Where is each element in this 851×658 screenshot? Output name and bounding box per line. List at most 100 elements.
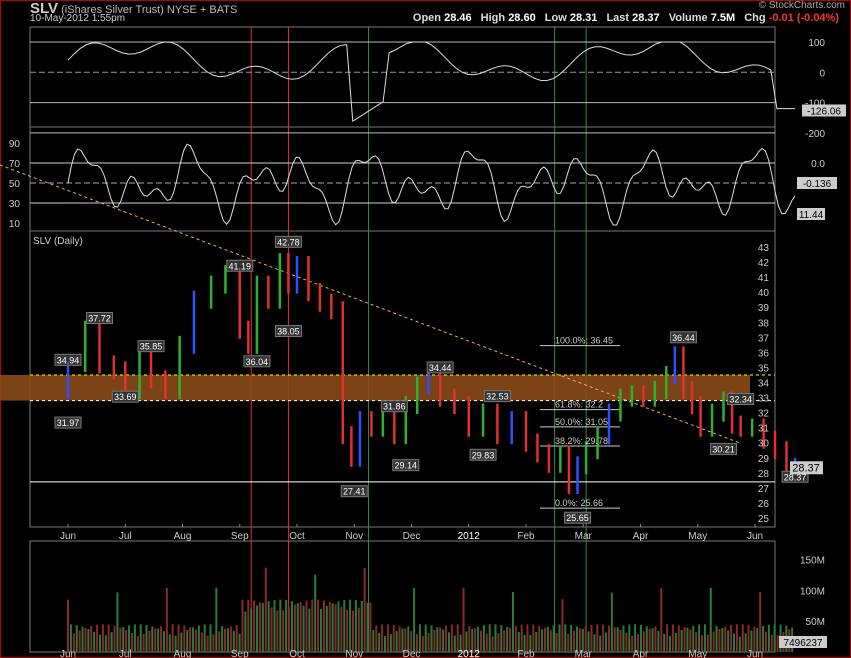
price-tick-label: 28 xyxy=(758,469,770,480)
x-tick-label: Jun xyxy=(747,531,763,542)
price-tick-label: 31 xyxy=(758,424,770,435)
price-label: 30.21 xyxy=(712,445,735,455)
stoch-last-value: 11.44 xyxy=(799,210,824,221)
x-tick-label: Jul xyxy=(119,531,132,542)
x-tick-label: Apr xyxy=(633,531,649,542)
fib-label: 38.2%: 29.78 xyxy=(555,436,608,446)
price-tick-label: 35 xyxy=(758,363,770,374)
price-label: 34.44 xyxy=(429,363,452,373)
brand-label: © StockCharts.com xyxy=(758,0,845,11)
price-label: 32.53 xyxy=(486,392,509,402)
x-tick-label-volume: Jul xyxy=(119,649,132,658)
price-label: 33.69 xyxy=(114,392,137,402)
price-tick-label: 29 xyxy=(758,454,770,465)
x-tick-label: May xyxy=(688,531,707,542)
price-tick-label: 43 xyxy=(758,243,770,254)
x-tick-label: Aug xyxy=(174,531,192,542)
price-label: 29.83 xyxy=(472,450,495,460)
x-tick-label: Sep xyxy=(231,531,249,542)
x-tick-label: Mar xyxy=(575,531,593,542)
x-tick-label-volume: Dec xyxy=(403,649,421,658)
price-label: 25.65 xyxy=(566,513,589,523)
cci-last-value: -126.06 xyxy=(807,106,841,117)
fib-label: 0.0%: 25.66 xyxy=(555,498,603,508)
fib-label: 50.0%: 31.05 xyxy=(555,417,608,427)
stoch-tick-label: 30 xyxy=(9,199,21,210)
stock-chart: 34.94 31.97 37.72 33.69 35.85 41.19 36.04 42.78… xyxy=(0,0,851,658)
price-title: SLV (Daily) xyxy=(33,236,83,247)
x-tick-label-volume: Jun xyxy=(747,649,763,658)
x-tick-label: Oct xyxy=(289,531,305,542)
price-label: 41.19 xyxy=(228,261,251,271)
x-tick-label: Jun xyxy=(60,531,76,542)
price-tick-label: 27 xyxy=(758,484,770,495)
x-tick-label-volume: 2012 xyxy=(458,649,481,658)
stoch-tick-label: 10 xyxy=(9,219,21,230)
price-tick-label: 36 xyxy=(758,348,770,359)
price-tick-label: 30 xyxy=(758,439,770,450)
cci-tick-label: -200 xyxy=(805,129,825,140)
stoch-pane xyxy=(29,126,776,232)
volume-tick-label: 100M xyxy=(800,586,825,597)
price-tick-label: 33 xyxy=(758,394,770,405)
x-tick-label-volume: May xyxy=(688,649,707,658)
price-label: 38.05 xyxy=(277,327,300,337)
x-tick-label-volume: Apr xyxy=(633,649,649,658)
price-tick-label: 25 xyxy=(758,514,770,525)
cci-tick-label: 100 xyxy=(808,38,825,49)
cci-tick-label: 0 xyxy=(819,68,825,79)
fib-label: 100.0%: 36.45 xyxy=(555,336,613,346)
last-value: 28.37 xyxy=(632,12,660,24)
x-tick-label-volume: Oct xyxy=(289,649,305,658)
x-tick-label-volume: Mar xyxy=(575,649,593,658)
quote-bar: Open 28.46 High 28.60 Low 28.31 Last 28.… xyxy=(413,12,845,24)
low-value: 28.31 xyxy=(569,12,598,24)
volume-last-value: 7496237 xyxy=(784,638,823,649)
price-tick-label: 38 xyxy=(758,318,770,329)
x-tick-label-volume: Nov xyxy=(345,649,363,658)
price-tick-label: 37 xyxy=(758,333,770,344)
x-tick-label: Nov xyxy=(345,531,363,542)
price-tick-label: 42 xyxy=(758,258,770,269)
chg-value: -0.01 (-0.04%) xyxy=(768,12,839,24)
volume-value: 7.5M xyxy=(710,12,736,24)
x-tick-label: Dec xyxy=(403,531,421,542)
high-label: High xyxy=(480,12,506,24)
price-label: 27.41 xyxy=(343,487,366,497)
volume-tick-label: 50M xyxy=(806,617,825,628)
price-tick-label: 32 xyxy=(758,409,770,420)
price-label: 36.04 xyxy=(246,357,269,367)
quote-datetime: 10-May-2012 1:55pm xyxy=(30,13,126,24)
price-label: 29.14 xyxy=(395,461,418,471)
price-tick-label: 39 xyxy=(758,303,770,314)
volume-tick-label: 150M xyxy=(800,556,825,567)
x-tick-label-volume: Jun xyxy=(60,649,76,658)
stoch-right-tick: 0.0 xyxy=(811,159,825,170)
price-label: 36.44 xyxy=(672,333,695,343)
x-tick-label-volume: Aug xyxy=(174,649,192,658)
stoch-right-tick: -0.136 xyxy=(803,179,832,190)
price-label: 37.72 xyxy=(88,313,111,323)
low-label: Low xyxy=(544,12,567,24)
last-label: Last xyxy=(606,12,630,24)
stoch-tick-label: 70 xyxy=(9,159,21,170)
chart-panes xyxy=(0,0,851,658)
fib-label: 61.8%: 32.2 xyxy=(555,400,603,410)
open-value: 28.46 xyxy=(444,12,472,24)
stoch-tick-label: 50 xyxy=(9,179,21,190)
price-label: 31.86 xyxy=(383,402,406,412)
last-price-value: 28.37 xyxy=(792,462,820,474)
x-tick-label: 2012 xyxy=(458,531,481,542)
price-label: 32.34 xyxy=(729,394,752,404)
x-tick-label-volume: Feb xyxy=(517,649,535,658)
price-tick-label: 26 xyxy=(758,499,770,510)
x-tick-label-volume: Sep xyxy=(231,649,249,658)
price-tick-label: 34 xyxy=(758,379,770,390)
chg-label: Chg xyxy=(744,12,766,24)
x-tick-label: Feb xyxy=(517,531,535,542)
price-label: 34.94 xyxy=(57,355,80,365)
price-tick-label: 41 xyxy=(758,273,770,284)
stoch-tick-label: 90 xyxy=(9,139,21,150)
price-label: 35.85 xyxy=(140,342,163,352)
price-label: 42.78 xyxy=(277,237,300,247)
